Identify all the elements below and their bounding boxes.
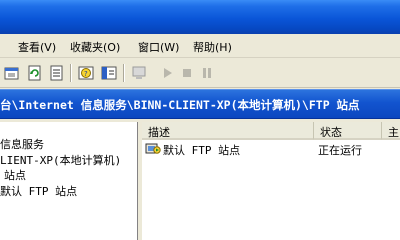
list-item[interactable]: 默认 FTP 站点 正在运行 (142, 140, 400, 157)
site-description: 默认 FTP 站点 (163, 144, 241, 157)
export-list-icon[interactable] (48, 64, 66, 82)
result-list-pane[interactable]: 描述 状态 主 默认 FTP 站点 正在运行 (142, 122, 400, 240)
show-hide-tree-icon[interactable] (100, 64, 118, 82)
pause-icon[interactable] (198, 64, 216, 82)
svg-text:?: ? (84, 70, 88, 78)
help-icon[interactable]: ? (77, 64, 95, 82)
tree-item-ftp-sites[interactable]: 站点 (4, 167, 26, 183)
toolbar-separator (70, 64, 72, 82)
tree-item-local-computer[interactable]: LIENT-XP(本地计算机) (0, 152, 121, 168)
menu-view[interactable]: 查看(V) (18, 39, 56, 55)
ftp-site-icon (145, 141, 161, 155)
tree-item-default-ftp-site[interactable]: 默认 FTP 站点 (0, 183, 77, 199)
site-status: 正在运行 (318, 144, 362, 157)
menu-favorites[interactable]: 收藏夹(O) (70, 39, 120, 55)
menu-help[interactable]: 帮助(H) (193, 39, 232, 55)
console-path-bar: 台\Internet 信息服务\BINN-CLIENT-XP(本地计算机)\FT… (0, 89, 400, 119)
properties-icon[interactable] (3, 64, 21, 82)
column-header-host[interactable]: 主 (382, 122, 400, 140)
play-icon[interactable] (158, 64, 176, 82)
toolbar-separator (123, 64, 125, 82)
toolbar: ? (0, 58, 400, 88)
computer-icon[interactable] (130, 64, 148, 82)
tree-item-iis[interactable]: 信息服务 (0, 136, 44, 152)
column-header-description[interactable]: 描述 (142, 122, 314, 140)
stop-icon[interactable] (178, 64, 196, 82)
menu-window[interactable]: 窗口(W) (138, 39, 179, 55)
column-header-status[interactable]: 状态 (314, 122, 382, 140)
refresh-icon[interactable] (26, 64, 44, 82)
window-title-bar[interactable] (0, 0, 400, 34)
console-path: 台\Internet 信息服务\BINN-CLIENT-XP(本地计算机)\FT… (0, 98, 360, 112)
scope-tree-pane[interactable]: 信息服务 LIENT-XP(本地计算机) 站点 默认 FTP 站点 (0, 122, 138, 240)
menu-bar: 查看(V) 收藏夹(O) 窗口(W) 帮助(H) (0, 34, 400, 58)
